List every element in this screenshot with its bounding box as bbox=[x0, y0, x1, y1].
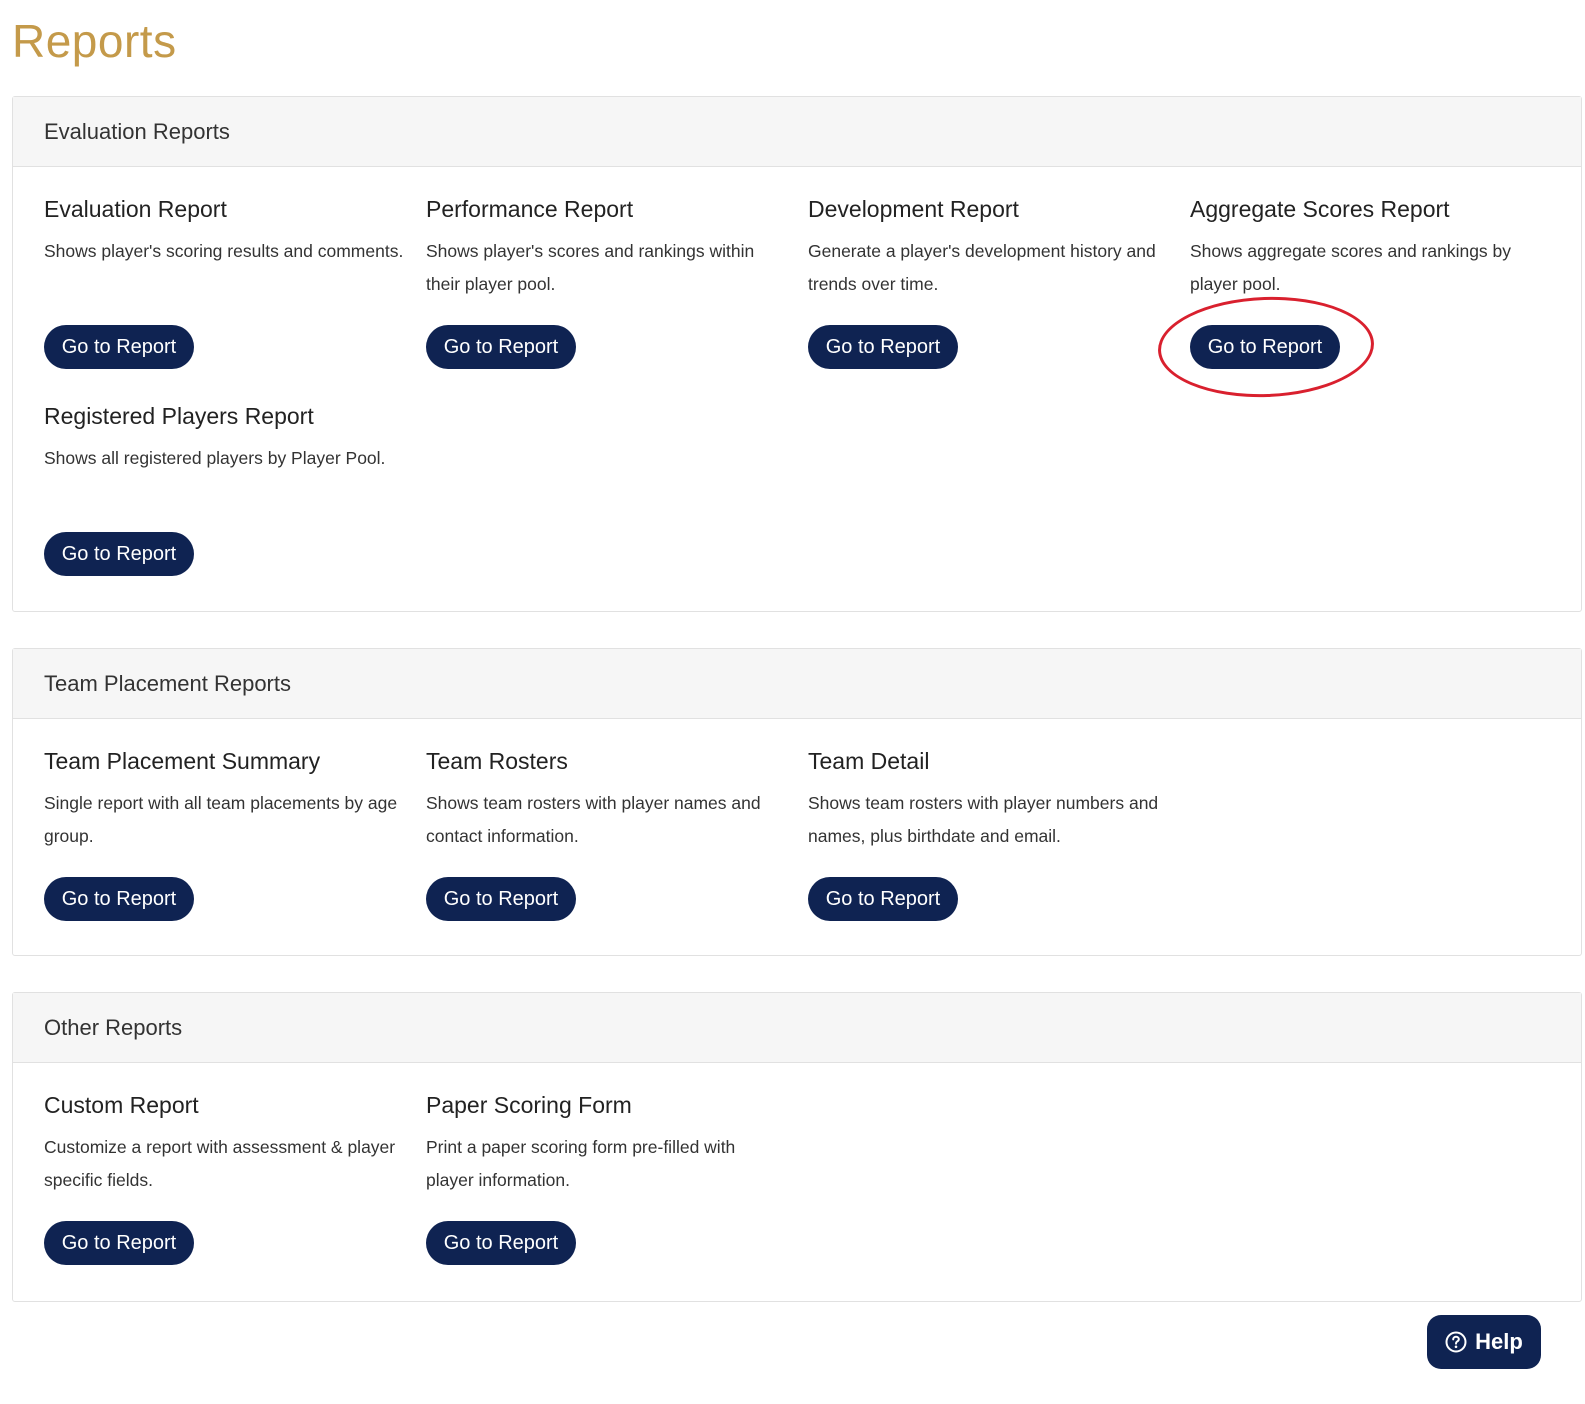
go-to-report-button[interactable]: Go to Report bbox=[44, 532, 194, 576]
report-description: Customize a report with assessment & pla… bbox=[44, 1137, 396, 1190]
report-description: Generate a player's development history … bbox=[808, 241, 1156, 294]
report-description: Single report with all team placements b… bbox=[44, 793, 398, 846]
go-to-report-button[interactable]: Go to Report bbox=[426, 325, 576, 369]
report-title: Registered Players Report bbox=[44, 403, 314, 429]
report-title: Evaluation Report bbox=[44, 196, 227, 222]
report-team-rosters: Team Rosters Shows team rosters with pla… bbox=[426, 747, 786, 921]
card-header: Team Placement Reports bbox=[13, 649, 1581, 719]
other-reports-card: Other Reports Custom Report Customize a … bbox=[12, 992, 1582, 1302]
card-header: Other Reports bbox=[13, 993, 1581, 1063]
go-to-report-button[interactable]: Go to Report bbox=[426, 1221, 576, 1265]
report-description: Shows player's scoring results and comme… bbox=[44, 241, 404, 261]
report-title: Aggregate Scores Report bbox=[1190, 196, 1450, 222]
page-title: Reports bbox=[12, 15, 177, 67]
report-title: Team Detail bbox=[808, 748, 930, 774]
report-description: Shows team rosters with player names and… bbox=[426, 793, 761, 846]
question-circle-icon bbox=[1445, 1331, 1467, 1353]
report-title: Development Report bbox=[808, 196, 1019, 222]
help-button[interactable]: Help bbox=[1427, 1315, 1541, 1369]
go-to-report-button[interactable]: Go to Report bbox=[808, 325, 958, 369]
go-to-report-button[interactable]: Go to Report bbox=[808, 877, 958, 921]
go-to-report-button[interactable]: Go to Report bbox=[44, 325, 194, 369]
report-aggregate-scores: Aggregate Scores Report Shows aggregate … bbox=[1190, 195, 1550, 369]
report-team-placement-summary: Team Placement Summary Single report wit… bbox=[44, 747, 404, 921]
report-description: Shows player's scores and rankings withi… bbox=[426, 241, 755, 294]
report-title: Custom Report bbox=[44, 1092, 199, 1118]
report-development: Development Report Generate a player's d… bbox=[808, 195, 1168, 369]
go-to-report-button[interactable]: Go to Report bbox=[44, 1221, 194, 1265]
report-performance: Performance Report Shows player's scores… bbox=[426, 195, 786, 369]
report-title: Performance Report bbox=[426, 196, 634, 222]
report-description: Shows team rosters with player numbers a… bbox=[808, 793, 1159, 846]
go-to-report-button[interactable]: Go to Report bbox=[1190, 325, 1340, 369]
go-to-report-button[interactable]: Go to Report bbox=[44, 877, 194, 921]
team-placement-reports-card: Team Placement Reports Team Placement Su… bbox=[12, 648, 1582, 956]
report-title: Team Rosters bbox=[426, 748, 568, 774]
report-title: Paper Scoring Form bbox=[426, 1092, 632, 1118]
report-title: Team Placement Summary bbox=[44, 748, 321, 774]
help-label: Help bbox=[1475, 1329, 1523, 1354]
evaluation-reports-card: Evaluation Reports Evaluation Report Sho… bbox=[12, 96, 1582, 612]
go-to-report-button[interactable]: Go to Report bbox=[426, 877, 576, 921]
report-description: Print a paper scoring form pre-filled wi… bbox=[426, 1137, 736, 1190]
report-paper-scoring-form: Paper Scoring Form Print a paper scoring… bbox=[426, 1091, 786, 1265]
report-description: Shows all registered players by Player P… bbox=[44, 448, 386, 468]
report-team-detail: Team Detail Shows team rosters with play… bbox=[808, 747, 1168, 921]
report-description: Shows aggregate scores and rankings by p… bbox=[1190, 241, 1512, 294]
report-custom: Custom Report Customize a report with as… bbox=[44, 1091, 404, 1265]
report-registered-players: Registered Players Report Shows all regi… bbox=[44, 402, 404, 576]
report-evaluation: Evaluation Report Shows player's scoring… bbox=[44, 195, 404, 369]
card-header: Evaluation Reports bbox=[13, 97, 1581, 167]
